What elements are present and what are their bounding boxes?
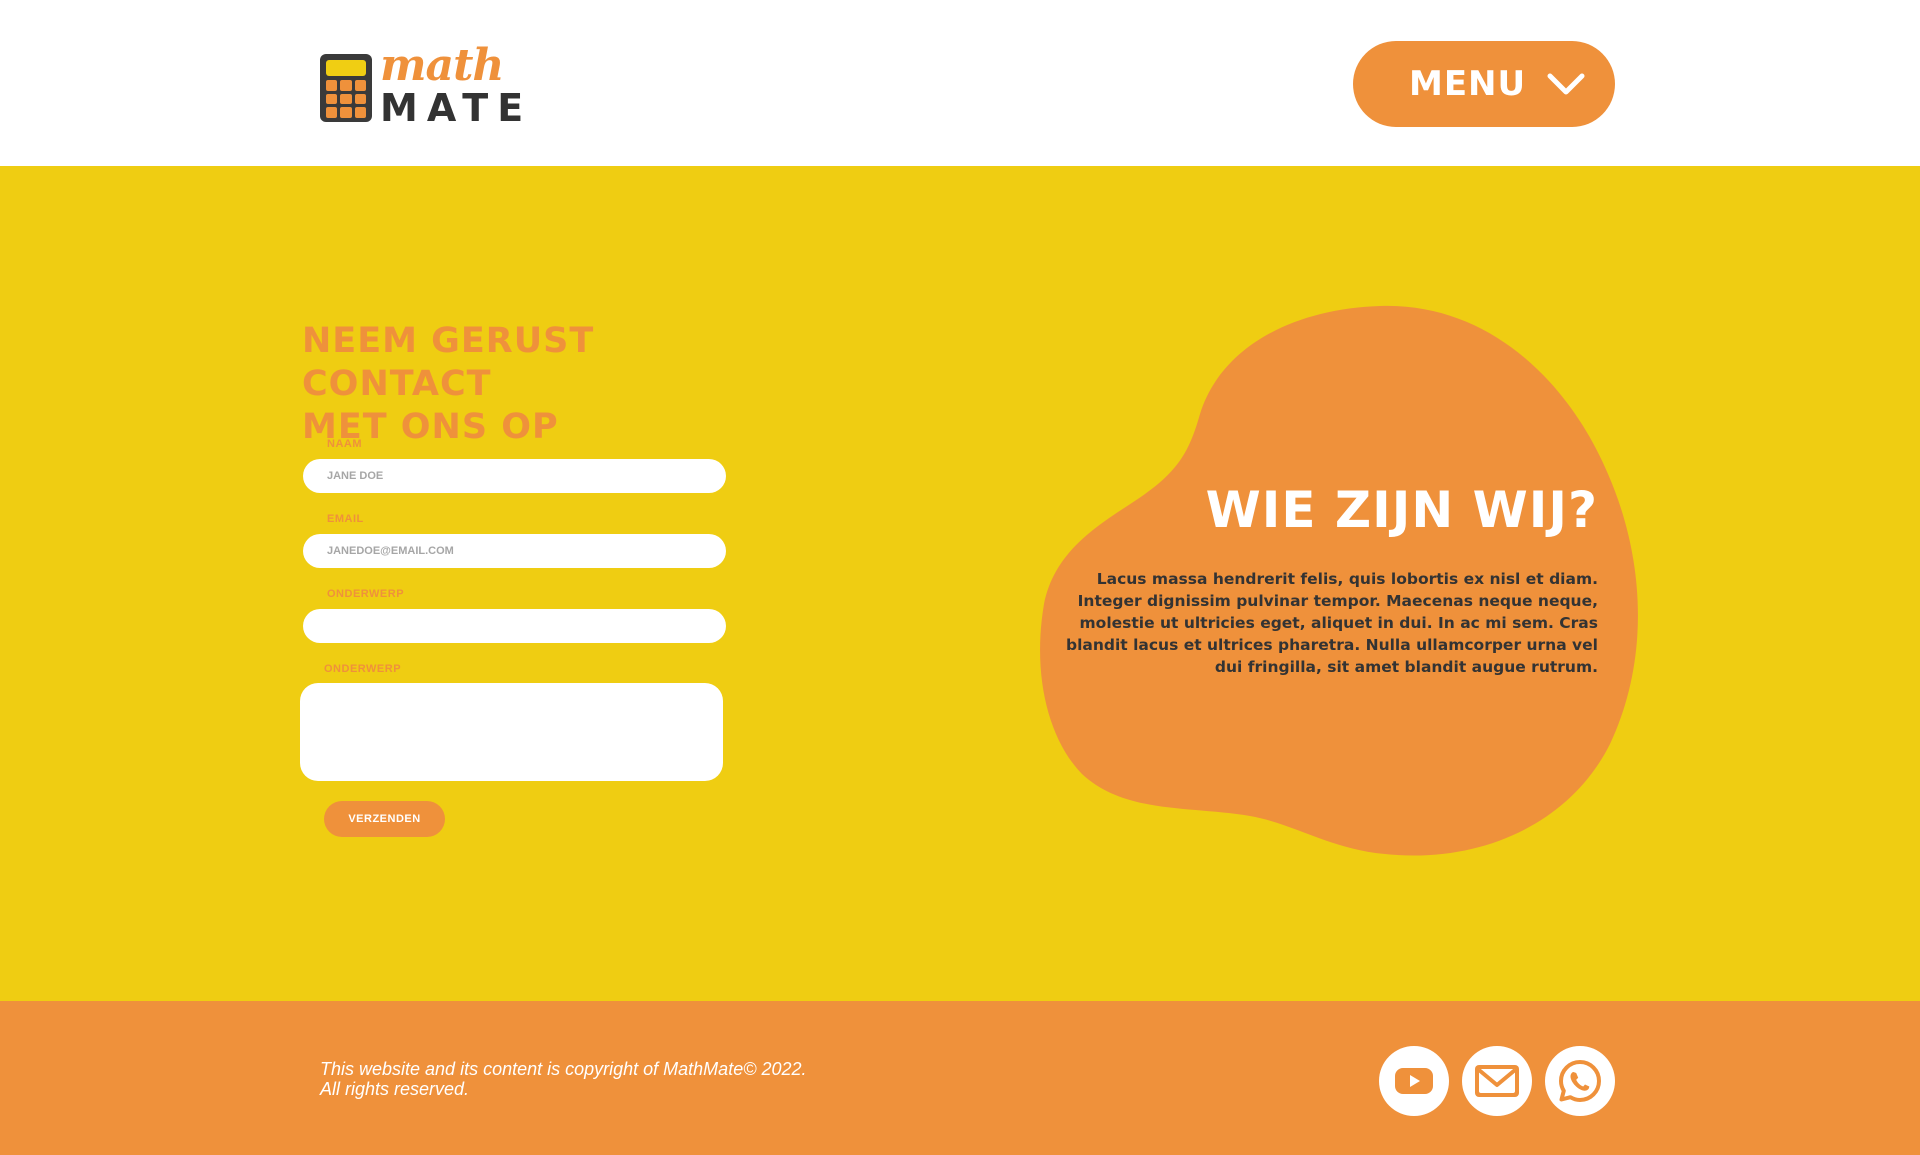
whatsapp-icon <box>1559 1060 1601 1102</box>
copyright-line1: This website and its content is copyrigh… <box>320 1059 807 1079</box>
menu-label: MENU <box>1409 64 1527 104</box>
email-link[interactable] <box>1462 1046 1532 1116</box>
copyright-text: This website and its content is copyrigh… <box>320 1059 807 1099</box>
contact-title-line1: NEEM GERUST CONTACT <box>302 321 595 404</box>
about-title: WIE ZIJN WIJ? <box>1205 481 1598 539</box>
name-input[interactable] <box>303 459 726 493</box>
youtube-link[interactable] <box>1379 1046 1449 1116</box>
chevron-down-icon <box>1547 73 1585 95</box>
mail-icon <box>1475 1065 1519 1097</box>
message-label: ONDERWERP <box>324 663 402 675</box>
mathmate-logo[interactable]: math MATE <box>318 40 523 130</box>
subject-label: ONDERWERP <box>327 588 405 600</box>
calculator-icon <box>320 54 372 122</box>
copyright-line2: All rights reserved. <box>320 1079 470 1099</box>
site-footer: This website and its content is copyrigh… <box>0 1001 1920 1155</box>
email-label: EMAIL <box>327 513 364 525</box>
logo-word-mate: MATE <box>380 86 533 130</box>
email-input[interactable] <box>303 534 726 568</box>
logo-word-math: math <box>380 40 504 91</box>
main-section: NEEM GERUST CONTACT MET ONS OP NAAM EMAI… <box>0 166 1920 1001</box>
about-text: Lacus massa hendrerit felis, quis lobort… <box>1065 570 1598 676</box>
send-button[interactable]: VERZENDEN <box>324 801 445 837</box>
subject-input[interactable] <box>303 609 726 643</box>
youtube-icon <box>1395 1068 1433 1094</box>
contact-title: NEEM GERUST CONTACT MET ONS OP <box>302 320 742 449</box>
whatsapp-link[interactable] <box>1545 1046 1615 1116</box>
message-textarea[interactable] <box>300 683 723 781</box>
menu-button[interactable]: MENU <box>1353 41 1615 127</box>
name-label: NAAM <box>327 438 362 450</box>
site-header: math MATE MENU <box>0 0 1920 166</box>
